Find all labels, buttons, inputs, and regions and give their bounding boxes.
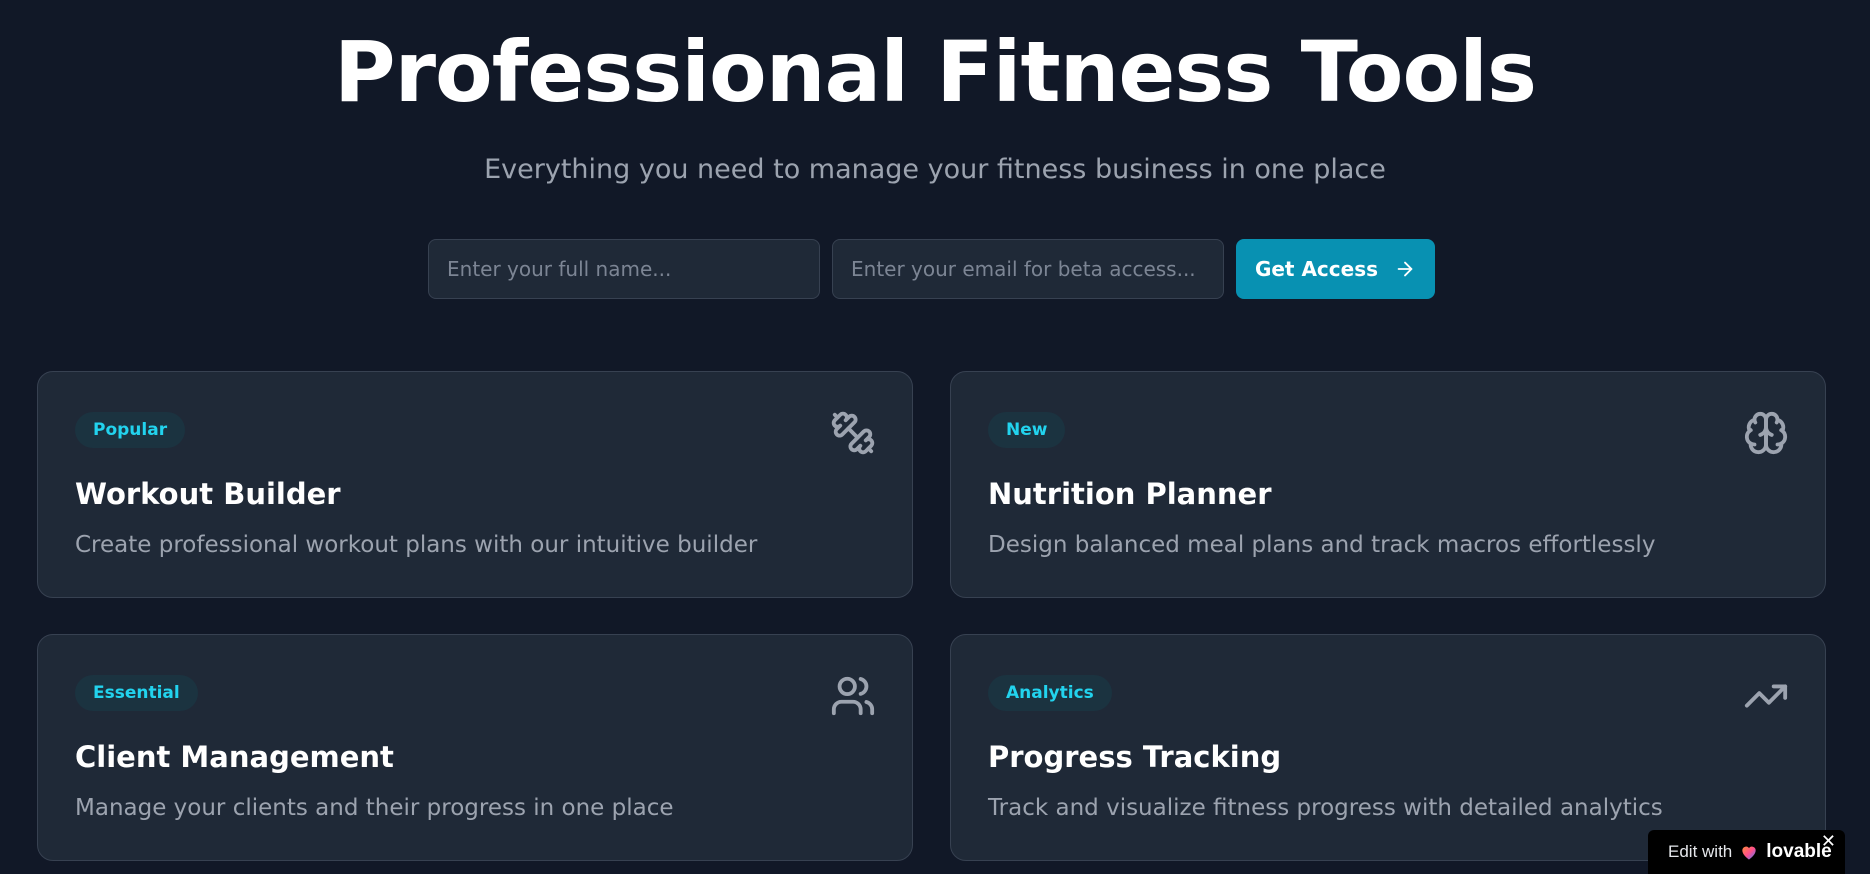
feature-card-client-management[interactable]: Essential Client Management Manage your … <box>37 634 913 861</box>
card-badge: Popular <box>75 412 186 448</box>
page-subtitle: Everything you need to manage your fitne… <box>484 154 1386 185</box>
email-input[interactable] <box>832 239 1224 299</box>
page: Professional Fitness Tools Everything yo… <box>0 0 1870 874</box>
page-title: Professional Fitness Tools <box>334 23 1537 121</box>
get-access-label: Get Access <box>1254 257 1379 281</box>
get-access-button[interactable]: Get Access <box>1236 239 1435 299</box>
full-name-input[interactable] <box>428 239 820 299</box>
card-title: Workout Builder <box>75 477 341 511</box>
lovable-edit-label: Edit with <box>1668 842 1733 861</box>
heart-icon <box>1742 846 1756 860</box>
card-description: Create professional workout plans with o… <box>75 532 758 558</box>
card-description: Manage your clients and their progress i… <box>75 795 674 821</box>
feature-card-workout-builder[interactable]: Popular Workout Builder Create professio… <box>37 371 913 598</box>
card-description: Design balanced meal plans and track mac… <box>988 532 1656 558</box>
close-icon[interactable]: ✕ <box>1821 832 1836 852</box>
card-title: Client Management <box>75 740 394 774</box>
edit-with-lovable-badge[interactable]: Edit with lovable ✕ <box>1648 830 1845 874</box>
card-badge: Analytics <box>988 675 1112 711</box>
card-badge: New <box>988 412 1066 448</box>
beta-signup-form: Get Access <box>428 239 1435 299</box>
feature-card-progress-tracking[interactable]: Analytics Progress Tracking Track and vi… <box>950 634 1826 861</box>
card-title: Nutrition Planner <box>988 477 1272 511</box>
card-badge: Essential <box>75 675 198 711</box>
dumbbell-icon <box>830 410 876 456</box>
feature-card-nutrition-planner[interactable]: New Nutrition Planner Design balanced me… <box>950 371 1826 598</box>
card-title: Progress Tracking <box>988 740 1282 774</box>
card-description: Track and visualize fitness progress wit… <box>988 795 1663 821</box>
users-icon <box>830 673 876 719</box>
arrow-right-icon <box>1397 261 1413 277</box>
trending-up-icon <box>1743 673 1789 719</box>
brain-icon <box>1743 410 1789 456</box>
